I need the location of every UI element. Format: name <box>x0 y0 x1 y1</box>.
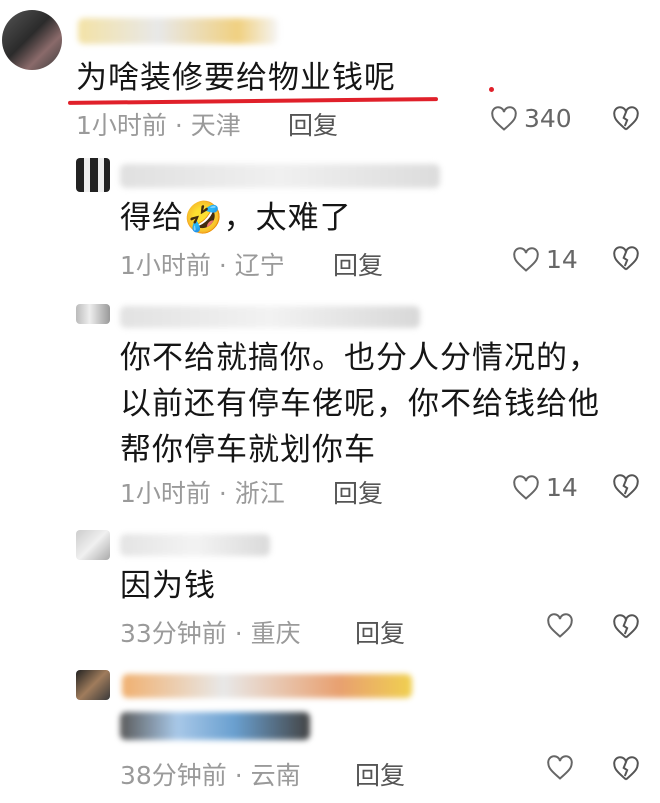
broken-heart-icon[interactable] <box>612 614 640 640</box>
comment-text-line-3: 帮你停车就划你车 <box>120 432 376 468</box>
comment-text: 因为钱 <box>120 568 216 604</box>
heart-outline-icon <box>513 474 539 500</box>
broken-heart-icon[interactable] <box>612 246 640 272</box>
reply-button[interactable]: 回复 <box>355 756 405 792</box>
red-dot-annotation <box>489 87 494 92</box>
comment-location: 云南 <box>250 761 301 790</box>
broken-heart-icon[interactable] <box>612 474 640 500</box>
username-blurred[interactable] <box>120 306 420 328</box>
comment-time: 38分钟前 <box>120 761 227 790</box>
comment-location: 辽宁 <box>234 251 285 280</box>
broken-heart-icon[interactable] <box>612 106 640 132</box>
like-count: 14 <box>546 245 578 274</box>
username-blurred[interactable] <box>122 674 412 698</box>
avatar[interactable] <box>2 10 62 70</box>
avatar[interactable] <box>76 304 110 324</box>
broken-heart-icon[interactable] <box>612 756 640 782</box>
comment-location: 天津 <box>190 111 241 140</box>
comment-text-line-1: 你不给就搞你。也分人分情况的， <box>120 340 600 376</box>
like-button[interactable]: 340 <box>490 104 572 133</box>
comment-location: 重庆 <box>250 619 301 648</box>
comment-meta: 33分钟前 · 重庆 <box>120 619 301 648</box>
like-count: 14 <box>546 473 578 502</box>
reply-button[interactable]: 回复 <box>355 614 405 650</box>
reply-button[interactable]: 回复 <box>333 246 383 282</box>
like-count: 340 <box>524 104 572 133</box>
like-button[interactable] <box>546 613 580 639</box>
comment-time: 1小时前 <box>120 251 211 280</box>
avatar[interactable] <box>76 158 110 192</box>
like-button[interactable] <box>546 755 574 781</box>
red-underline-annotation <box>67 97 439 105</box>
like-button[interactable]: 14 <box>512 473 578 502</box>
comment-text: 为啥装修要给物业钱呢 <box>76 60 396 96</box>
comment-time: 1小时前 <box>76 111 167 140</box>
comment-meta: 1小时前 · 辽宁 <box>120 251 285 280</box>
comment-location: 浙江 <box>234 479 285 508</box>
avatar[interactable] <box>76 670 110 700</box>
comment-text-blurred <box>120 712 310 740</box>
comment-text: 得给🤣，太难了 <box>120 200 352 236</box>
heart-outline-icon <box>547 613 573 638</box>
avatar[interactable] <box>76 530 110 560</box>
like-button[interactable]: 14 <box>512 245 578 274</box>
reply-button[interactable]: 回复 <box>333 474 383 510</box>
reply-button[interactable]: 回复 <box>288 106 338 142</box>
heart-outline-icon <box>513 246 539 272</box>
comment-meta: 1小时前 · 浙江 <box>120 479 285 508</box>
comment-time: 33分钟前 <box>120 619 227 648</box>
username-blurred[interactable] <box>78 18 278 44</box>
comment-meta: 1小时前 · 天津 <box>76 111 241 140</box>
heart-outline-icon <box>491 105 517 131</box>
comment-time: 1小时前 <box>120 479 211 508</box>
comment-meta: 38分钟前 · 云南 <box>120 761 301 790</box>
username-blurred[interactable] <box>120 534 270 556</box>
heart-outline-icon <box>547 755 573 780</box>
username-blurred[interactable] <box>120 164 440 188</box>
comment-text-line-2: 以前还有停车佬呢，你不给钱给他 <box>120 386 600 422</box>
